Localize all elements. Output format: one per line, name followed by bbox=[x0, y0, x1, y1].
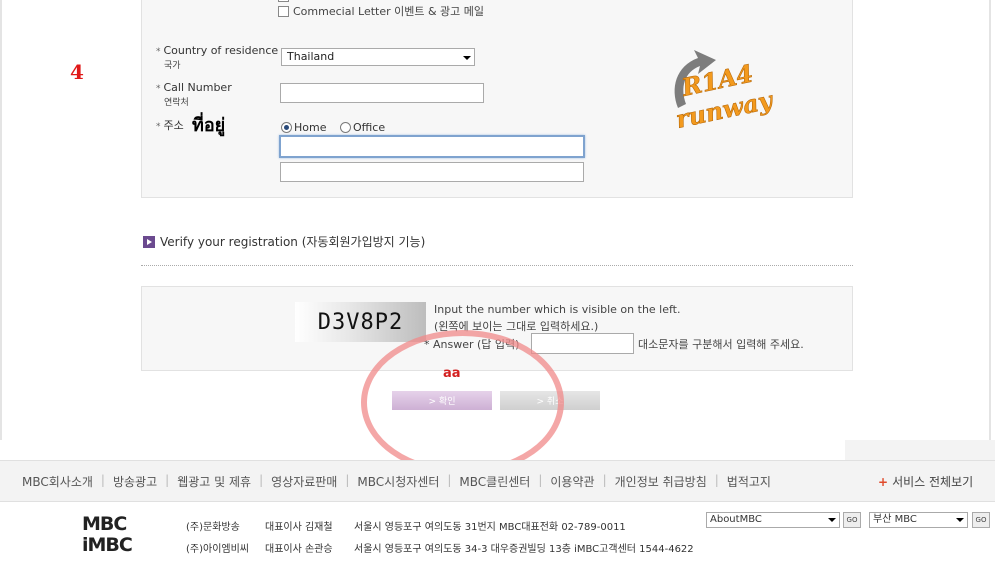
country-select[interactable]: Thailand bbox=[281, 48, 475, 66]
page: Commecial Letter 이벤트 & 광고 메일 4 * Country … bbox=[0, 0, 995, 563]
address-input-1[interactable] bbox=[279, 135, 585, 158]
radio-office-label: Office bbox=[353, 121, 386, 134]
footer-nav: MBC회사소개 | 방송광고 | 웹광고 및 제휴 | 영상자료판매 | MBC시청자센… bbox=[22, 473, 771, 490]
commercial-letter-label: Commecial Letter 이벤트 & 광고 메일 bbox=[293, 5, 485, 18]
go-button-2[interactable]: GO bbox=[972, 512, 990, 528]
commercial-letter-checkbox[interactable] bbox=[278, 5, 289, 17]
handwritten-address-annotation: ที่อยู่ bbox=[192, 115, 226, 136]
frame-left-border bbox=[0, 0, 2, 440]
radio-home-dot[interactable] bbox=[281, 122, 292, 133]
footer-link-privacy[interactable]: 개인정보 취급방침 bbox=[615, 473, 707, 490]
footer-link-web-ad[interactable]: 웹광고 및 제휴 bbox=[177, 473, 251, 490]
go-button-1[interactable]: GO bbox=[843, 512, 861, 528]
radio-home[interactable]: Home bbox=[281, 121, 326, 134]
radio-home-label: Home bbox=[294, 121, 327, 134]
corp2-ceo: 대표이사 손관승 bbox=[265, 544, 333, 555]
corp1-ceo: 대표이사 김재철 bbox=[265, 522, 333, 533]
corp2-address: 서울시 영등포구 여의도동 34-3 대우증권빌딩 13층 iMBC고객센터 1… bbox=[354, 544, 694, 555]
verify-title: Verify your registration (자동회원가입방지 기능) bbox=[160, 235, 426, 249]
footer-link-viewer-center[interactable]: MBC시청자센터 bbox=[357, 473, 439, 490]
corp2-name: (주)아이엠비씨 bbox=[186, 544, 250, 555]
service-all-link[interactable]: + 서비스 전체보기 bbox=[878, 473, 973, 490]
checkbox-partial[interactable] bbox=[278, 0, 289, 2]
chevron-down-icon bbox=[956, 518, 964, 522]
call-number-input[interactable] bbox=[280, 83, 484, 103]
plus-icon: + bbox=[878, 475, 889, 489]
footer-link-company[interactable]: MBC회사소개 bbox=[22, 473, 93, 490]
footer-top-strip bbox=[845, 440, 995, 460]
call-number-label: * Call Number 연락처 bbox=[156, 81, 232, 108]
footer-link-legal[interactable]: 법적고지 bbox=[727, 473, 771, 490]
dotted-divider bbox=[141, 265, 853, 266]
local-mbc-select[interactable]: 부산 MBC bbox=[869, 512, 968, 528]
radio-office[interactable]: Office bbox=[340, 121, 385, 134]
footer-link-clean-center[interactable]: MBC클린센터 bbox=[459, 473, 530, 490]
address-input-2[interactable] bbox=[280, 162, 584, 182]
b1a4-runway-logo: R1A4 runway bbox=[668, 48, 788, 134]
captcha-instruction-en: Input the number which is visible on the… bbox=[434, 303, 681, 316]
radio-office-dot[interactable] bbox=[340, 122, 351, 133]
footer-link-terms[interactable]: 이용약관 bbox=[550, 473, 594, 490]
chevron-down-icon bbox=[463, 56, 471, 60]
mbc-logo: MBC iMBC bbox=[82, 513, 133, 556]
footer-link-video-sales[interactable]: 영상자료판매 bbox=[271, 473, 337, 490]
about-mbc-select[interactable]: AboutMBC bbox=[706, 512, 840, 528]
commercial-letter-option[interactable]: Commecial Letter 이벤트 & 광고 메일 bbox=[278, 3, 484, 19]
frame-right-border bbox=[989, 0, 991, 440]
corp1-name: (주)문화방송 bbox=[186, 522, 240, 533]
arrow-right-icon bbox=[143, 235, 155, 248]
country-label: * Country of residence 국가 bbox=[156, 44, 279, 71]
case-sensitive-note: 대소문자를 구분해서 입력해 주세요. bbox=[638, 338, 804, 351]
call-number-sub-label: 연락처 bbox=[164, 98, 189, 108]
captcha-image: D3V8P2 bbox=[295, 302, 426, 342]
red-circle-annotation bbox=[361, 330, 564, 475]
footer-link-ad[interactable]: 방송광고 bbox=[113, 473, 157, 490]
verify-heading: Verify your registration (자동회원가입방지 기능) bbox=[143, 233, 425, 250]
country-sub-label: 국가 bbox=[164, 61, 181, 71]
chevron-down-icon bbox=[828, 518, 836, 522]
address-label: * 주소 bbox=[156, 119, 184, 132]
corp1-address: 서울시 영등포구 여의도동 31번지 MBC대표전화 02-789-0011 bbox=[354, 522, 626, 533]
captcha-answer-input[interactable] bbox=[531, 333, 634, 354]
handwritten-four-annotation: 4 bbox=[70, 60, 84, 84]
